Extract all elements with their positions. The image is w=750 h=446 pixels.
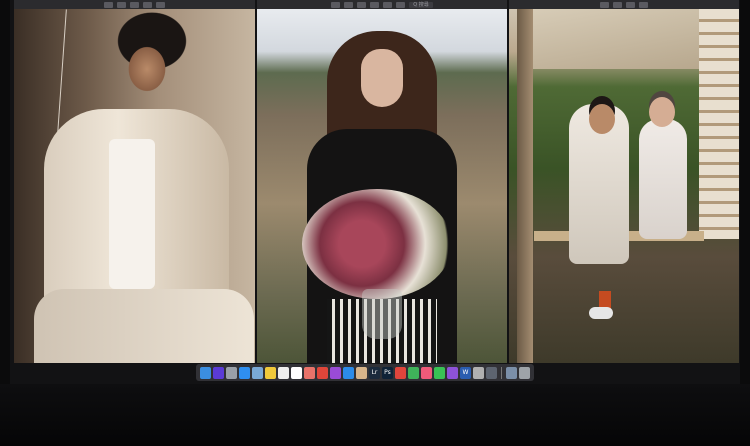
chrome-icon[interactable] (317, 366, 328, 379)
app-grey-icon[interactable] (473, 366, 484, 379)
lightroom-icon[interactable]: Lr (369, 366, 380, 379)
app-purple-icon[interactable] (447, 366, 458, 379)
dock: Lr Ps W (196, 364, 534, 381)
back-icon[interactable] (331, 1, 340, 8)
photo-detail (362, 289, 402, 339)
finder-window-icon[interactable] (506, 366, 517, 379)
photo-detail (109, 139, 155, 289)
preview-icon[interactable] (252, 366, 263, 379)
app-red-icon[interactable] (395, 366, 406, 379)
wechat-icon[interactable] (434, 366, 445, 379)
siri-icon[interactable] (213, 366, 224, 379)
photos-icon[interactable] (304, 366, 315, 379)
window-toolbar (509, 0, 739, 9)
zoom-in-icon[interactable] (357, 1, 366, 8)
finder-icon[interactable] (200, 366, 211, 379)
notes-icon[interactable] (265, 366, 276, 379)
photo-detail (302, 189, 452, 299)
monitor-bezel (0, 384, 750, 446)
back-icon[interactable] (104, 1, 113, 8)
photo-detail (34, 289, 254, 363)
photo-window-2[interactable]: Q 搜尋 (257, 0, 507, 363)
info-icon[interactable] (396, 1, 405, 8)
launchpad-icon[interactable] (226, 366, 237, 379)
share-icon[interactable] (639, 1, 648, 8)
rotate-icon[interactable] (156, 1, 165, 8)
photo-man-in-suit (14, 9, 255, 363)
safari-icon[interactable] (239, 366, 250, 379)
window-toolbar: Q 搜尋 (257, 0, 507, 9)
app-pink-icon[interactable] (421, 366, 432, 379)
zoom-out-icon[interactable] (117, 1, 126, 8)
calendar-icon[interactable] (291, 366, 302, 379)
photo-window-1[interactable] (14, 0, 255, 363)
photo-detail (639, 119, 687, 239)
photo-detail (649, 97, 675, 127)
podcasts-icon[interactable] (330, 366, 341, 379)
share-icon[interactable] (370, 1, 379, 8)
word-icon[interactable]: W (460, 366, 471, 379)
zoom-in-icon[interactable] (130, 1, 139, 8)
photo-detail (699, 9, 739, 239)
dock-separator (501, 366, 502, 379)
zoom-out-icon[interactable] (344, 1, 353, 8)
zoom-in-icon[interactable] (626, 1, 635, 8)
app-green-icon[interactable] (408, 366, 419, 379)
window-toolbar (14, 0, 255, 9)
app-dark-icon[interactable] (486, 366, 497, 379)
share-icon[interactable] (143, 1, 152, 8)
photo-detail (361, 49, 403, 107)
photo-woman-with-bouquet (257, 9, 507, 363)
photo-detail (589, 307, 613, 319)
edit-icon[interactable] (383, 1, 392, 8)
zoom-out-icon[interactable] (613, 1, 622, 8)
reminders-icon[interactable] (278, 366, 289, 379)
contacts-icon[interactable] (356, 366, 367, 379)
app-store-icon[interactable] (343, 366, 354, 379)
photo-couple-on-swing (509, 9, 739, 363)
search-field[interactable]: Q 搜尋 (409, 1, 433, 8)
photo-detail (589, 104, 615, 134)
photoshop-icon[interactable]: Ps (382, 366, 393, 379)
photo-detail (529, 9, 709, 69)
photo-window-3[interactable] (509, 0, 739, 363)
photo-detail (517, 9, 533, 363)
trash-icon[interactable] (519, 366, 530, 379)
back-icon[interactable] (600, 1, 609, 8)
